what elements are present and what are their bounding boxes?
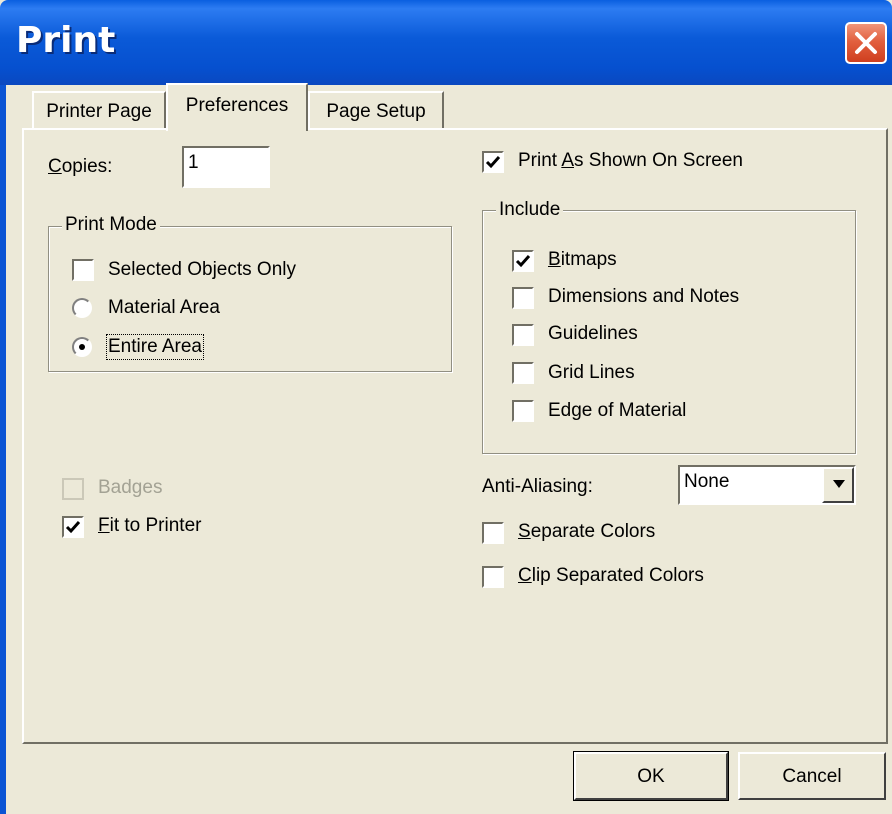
entire-area-radio[interactable]	[72, 337, 92, 357]
window-frame	[0, 85, 6, 814]
ok-button[interactable]: OK	[573, 751, 729, 801]
fit-to-printer-label[interactable]: Fit to Printer	[98, 515, 201, 537]
print-as-shown-label[interactable]: Print As Shown On Screen	[518, 150, 743, 172]
anti-aliasing-select[interactable]: None	[678, 465, 856, 505]
tab-printer-page-label: Printer Page	[46, 101, 152, 122]
copies-value: 1	[188, 152, 199, 173]
badges-checkbox	[62, 478, 84, 500]
chevron-down-icon	[833, 480, 845, 488]
copies-input[interactable]: 1	[182, 146, 270, 188]
copies-label: Copies:	[48, 156, 113, 177]
anti-aliasing-value: None	[684, 471, 730, 492]
tab-preferences-label: Preferences	[185, 95, 289, 116]
dimensions-and-notes-checkbox[interactable]	[512, 287, 534, 309]
material-area-label[interactable]: Material Area	[108, 297, 220, 319]
print-dialog: Print Printer Page Preferences Page Setu…	[0, 0, 892, 814]
separate-colors-checkbox[interactable]	[482, 522, 504, 544]
grid-lines-checkbox[interactable]	[512, 362, 534, 384]
dimensions-and-notes-label[interactable]: Dimensions and Notes	[548, 286, 739, 308]
tab-printer-page[interactable]: Printer Page	[32, 91, 166, 129]
bitmaps-checkbox[interactable]	[512, 250, 534, 272]
grid-lines-label[interactable]: Grid Lines	[548, 362, 635, 384]
title-bar[interactable]: Print	[0, 0, 892, 85]
window-title: Print	[16, 20, 116, 61]
badges-label: Badges	[98, 477, 163, 498]
fit-to-printer-checkbox[interactable]	[62, 516, 84, 538]
separate-colors-label[interactable]: Separate Colors	[518, 521, 655, 543]
tab-page-setup[interactable]: Page Setup	[308, 91, 444, 129]
checkmark-icon	[485, 156, 501, 169]
radio-dot-icon	[79, 344, 85, 350]
checkmark-icon	[65, 521, 81, 534]
include-legend: Include	[496, 199, 564, 221]
cancel-button[interactable]: Cancel	[738, 752, 886, 800]
checkmark-icon	[515, 255, 531, 268]
guidelines-label[interactable]: Guidelines	[548, 323, 638, 345]
tab-page-setup-label: Page Setup	[326, 101, 426, 122]
anti-aliasing-dropdown-button[interactable]	[822, 467, 854, 503]
anti-aliasing-label: Anti-Aliasing:	[482, 476, 593, 497]
print-as-shown-checkbox[interactable]	[482, 151, 504, 173]
material-area-radio[interactable]	[72, 298, 92, 318]
cancel-button-label: Cancel	[782, 766, 842, 787]
edge-of-material-label[interactable]: Edge of Material	[548, 400, 686, 422]
guidelines-checkbox[interactable]	[512, 324, 534, 346]
tab-preferences[interactable]: Preferences	[166, 83, 308, 131]
bitmaps-label[interactable]: Bitmaps	[548, 249, 617, 271]
entire-area-label[interactable]: Entire Area	[106, 334, 204, 360]
clip-separated-colors-checkbox[interactable]	[482, 566, 504, 588]
close-icon	[855, 32, 877, 54]
ok-button-label: OK	[637, 766, 665, 787]
edge-of-material-checkbox[interactable]	[512, 400, 534, 422]
close-button[interactable]	[845, 22, 887, 64]
selected-objects-only-label[interactable]: Selected Objects Only	[108, 259, 296, 281]
print-mode-legend: Print Mode	[62, 214, 160, 236]
clip-separated-colors-label[interactable]: Clip Separated Colors	[518, 565, 704, 587]
selected-objects-only-checkbox[interactable]	[72, 259, 94, 281]
